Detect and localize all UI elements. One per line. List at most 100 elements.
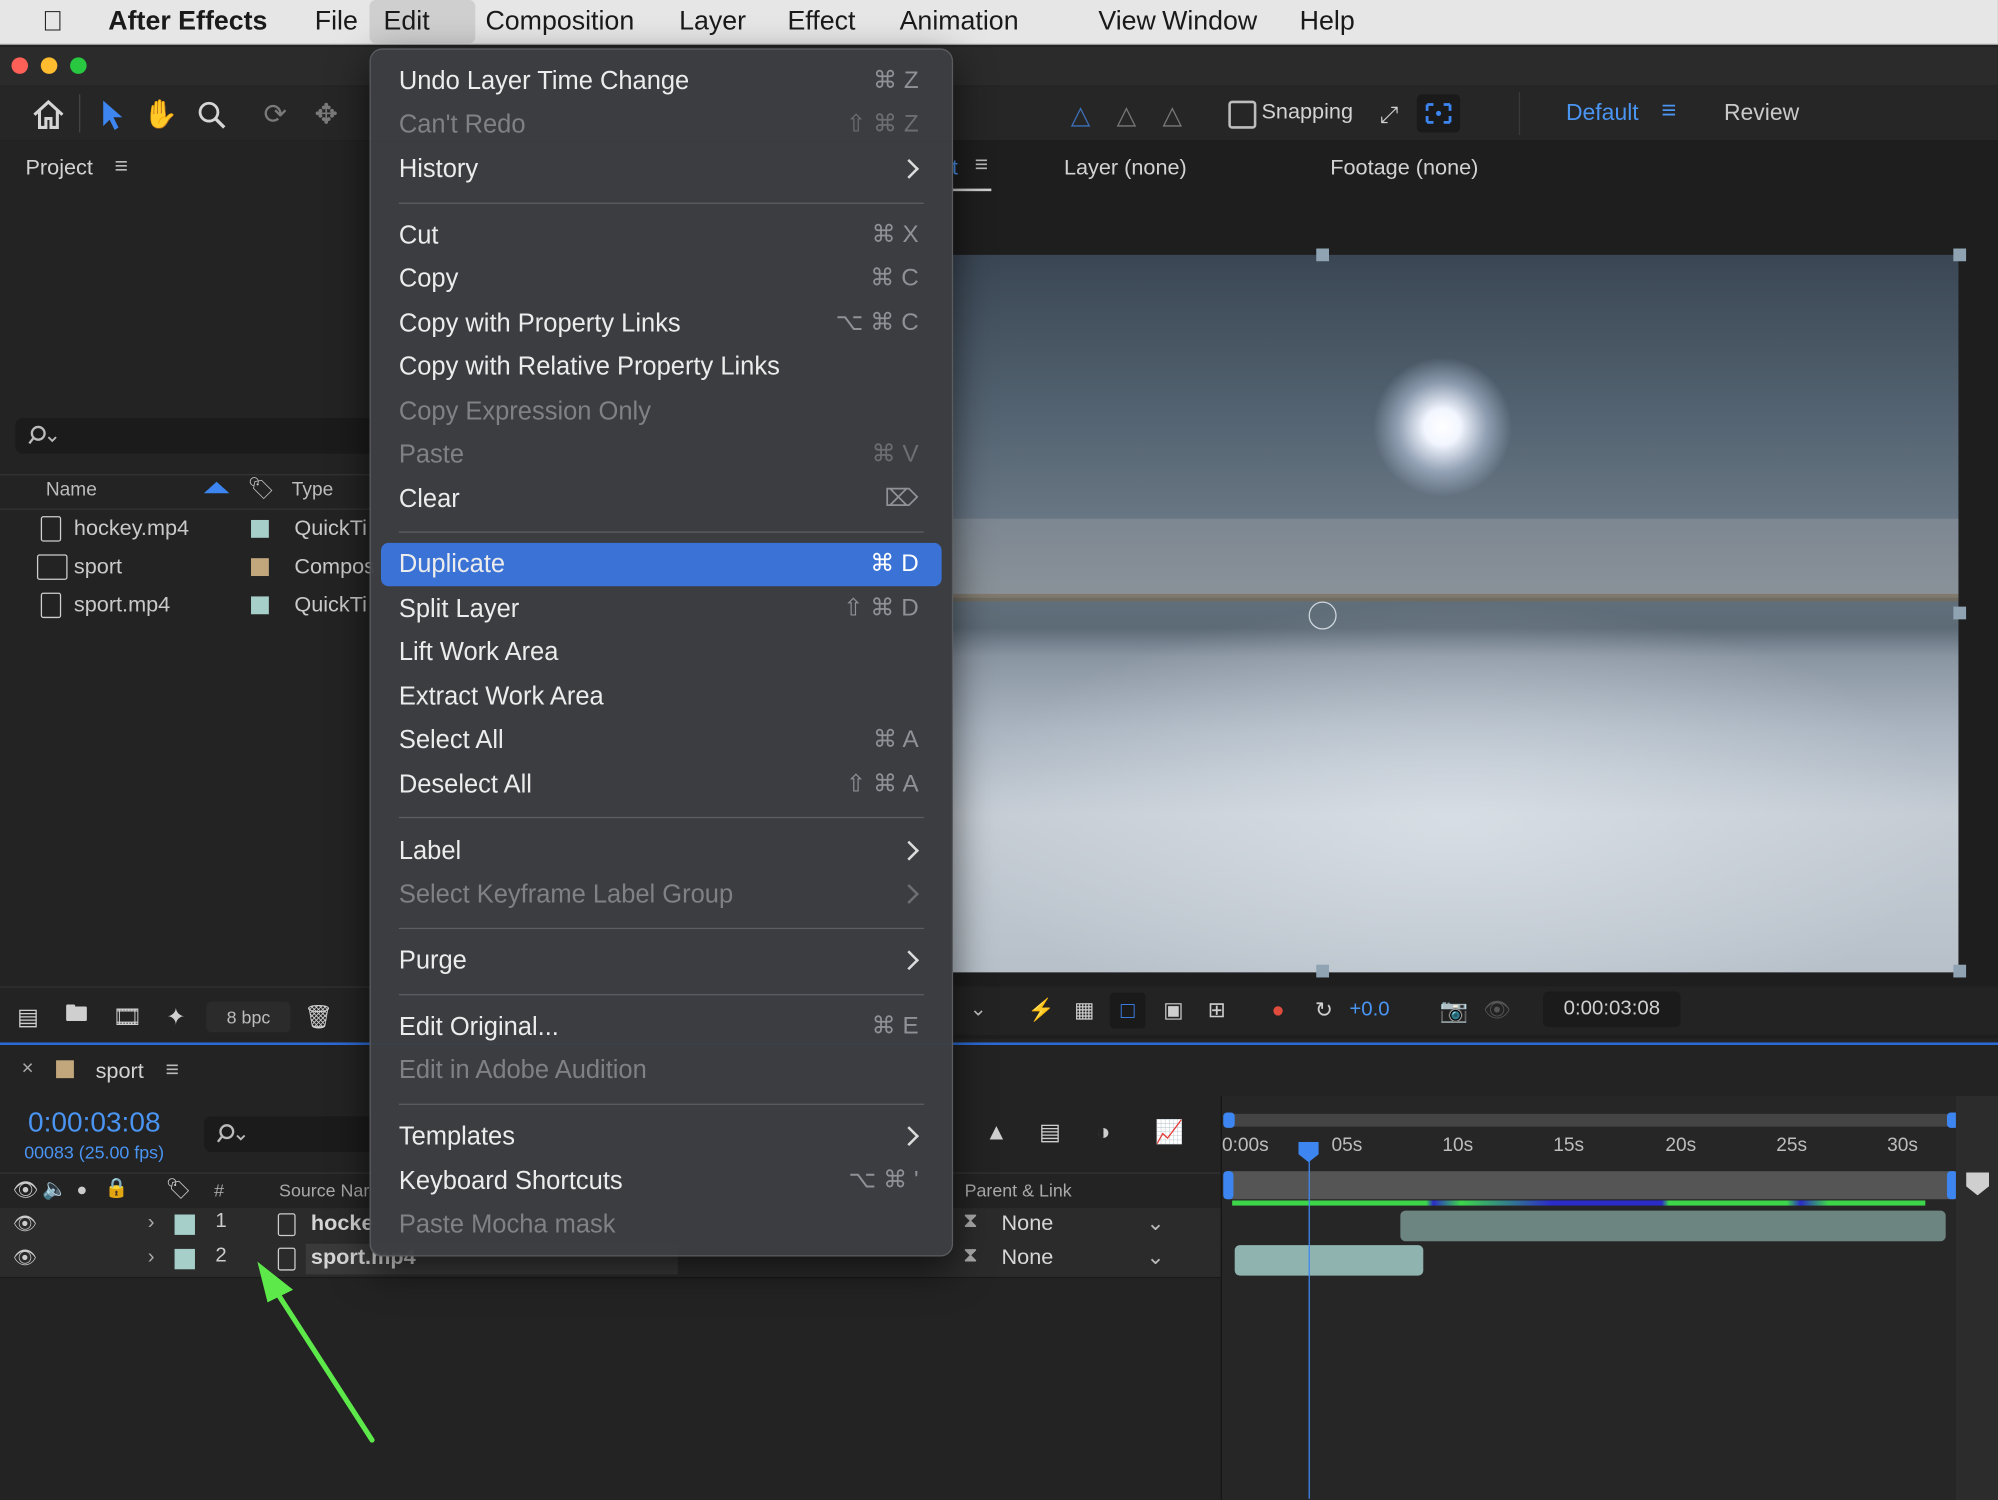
menu-item-label-submenu[interactable]: Label xyxy=(381,830,942,873)
bit-depth-button[interactable]: 8 bpc xyxy=(206,1001,291,1033)
timeline-track-area[interactable]: 0:00s 05s 10s 15s 20s 25s 30s xyxy=(1220,1095,1998,1500)
layer-visibility-icon[interactable]: 👁 xyxy=(13,1212,37,1235)
menu-item-history[interactable]: History xyxy=(381,148,942,191)
menu-item-lift-work-area[interactable]: Lift Work Area xyxy=(381,631,942,674)
time-ruler[interactable]: 0:00s 05s 10s 15s 20s 25s 30s xyxy=(1222,1134,1961,1167)
timeline-current-time[interactable]: 0:00:03:08 xyxy=(28,1106,160,1139)
exposure-reset-icon[interactable]: ↻ xyxy=(1306,993,1342,1029)
apple-icon[interactable]:  xyxy=(28,0,77,43)
menu-animation[interactable]: Animation xyxy=(886,0,1033,43)
column-name[interactable]: Name xyxy=(46,479,97,501)
close-window-button[interactable] xyxy=(11,57,29,74)
menu-file[interactable]: File xyxy=(301,0,372,43)
mask-path-visibility-icon[interactable]: □ xyxy=(1109,992,1146,1029)
layer-tab[interactable]: Layer (none) xyxy=(1064,155,1187,180)
orbit-camera-icon[interactable]: ⟳ xyxy=(257,97,293,133)
menu-edit[interactable]: Edit xyxy=(369,0,476,44)
source-name-header[interactable]: Source Nar xyxy=(279,1180,369,1200)
parent-dropdown[interactable]: None ⌄ xyxy=(1002,1211,1178,1239)
new-composition-icon[interactable]: 🎞 xyxy=(110,999,146,1035)
pick-whip-icon[interactable]: ⧗ xyxy=(963,1211,977,1234)
expand-layer-chevron[interactable]: › xyxy=(148,1246,155,1269)
menu-item-edit-original[interactable]: Edit Original... ⌘ E xyxy=(381,1006,942,1049)
audio-icon[interactable]: 🔈 xyxy=(42,1176,67,1201)
motion-blur-icon[interactable]: ◑ xyxy=(1086,1114,1122,1150)
frame-blending-icon[interactable]: ▤ xyxy=(1032,1114,1068,1150)
menu-item-purge[interactable]: Purge xyxy=(381,939,942,982)
project-item[interactable]: sport Compos xyxy=(0,551,375,584)
panel-menu-icon[interactable]: ≡ xyxy=(166,1056,179,1083)
flowchart-icon[interactable]: ✦ xyxy=(158,999,194,1035)
interpret-footage-icon[interactable]: ▤ xyxy=(10,999,46,1035)
menu-item-copy[interactable]: Copy ⌘ C xyxy=(381,257,942,300)
menu-item-copy-relative-links[interactable]: Copy with Relative Property Links xyxy=(381,345,942,388)
world-axis-icon[interactable]: △ xyxy=(1109,97,1145,133)
solo-icon[interactable]: ● xyxy=(76,1179,87,1199)
workspace-review[interactable]: Review xyxy=(1724,99,1799,126)
menu-window[interactable]: Window xyxy=(1148,0,1271,43)
anchor-point-icon[interactable] xyxy=(1308,601,1337,630)
exposure-value[interactable]: +0.0 xyxy=(1349,999,1389,1022)
menu-composition[interactable]: Composition xyxy=(471,0,648,43)
workspace-menu-icon[interactable]: ≡ xyxy=(1662,97,1677,126)
local-axis-icon[interactable]: △ xyxy=(1063,97,1099,133)
channel-rgb-icon[interactable]: ● xyxy=(1260,993,1296,1029)
transparency-grid-icon[interactable]: ▦ xyxy=(1067,993,1103,1029)
minimize-window-button[interactable] xyxy=(40,57,58,74)
menu-item-copy-property-links[interactable]: Copy with Property Links ⌥ ⌘ C xyxy=(381,302,942,345)
project-panel-title[interactable]: Project xyxy=(25,155,92,180)
menu-layer[interactable]: Layer xyxy=(665,0,760,43)
label-column-icon[interactable]: 🏷 xyxy=(247,477,275,502)
zoom-window-button[interactable] xyxy=(70,57,87,74)
pick-whip-icon[interactable]: ⧗ xyxy=(963,1245,977,1268)
menu-effect[interactable]: Effect xyxy=(773,0,869,43)
hand-tool-icon[interactable]: ✋ xyxy=(143,97,179,133)
snap-edges-icon[interactable]: ⤢ xyxy=(1371,97,1407,133)
project-search-input[interactable] xyxy=(15,418,370,454)
footage-tab[interactable]: Footage (none) xyxy=(1330,155,1478,180)
menu-item-deselect-all[interactable]: Deselect All ⇧ ⌘ A xyxy=(381,763,942,806)
menu-item-keyboard-shortcuts[interactable]: Keyboard Shortcuts ⌥ ⌘ ' xyxy=(381,1160,942,1203)
current-time-indicator[interactable] xyxy=(1308,1141,1310,1499)
menu-item-templates[interactable]: Templates xyxy=(381,1115,942,1158)
menu-item-duplicate[interactable]: Duplicate ⌘ D xyxy=(380,542,942,587)
layer-name[interactable]: hocke xyxy=(311,1211,374,1236)
lock-icon[interactable]: 🔒 xyxy=(104,1176,128,1200)
video-visibility-icon[interactable]: 👁 xyxy=(13,1178,39,1203)
menu-item-extract-work-area[interactable]: Extract Work Area xyxy=(381,675,942,718)
timeline-search-input[interactable] xyxy=(203,1116,370,1153)
layer-duration-bar[interactable] xyxy=(1234,1245,1424,1276)
home-icon[interactable] xyxy=(31,97,67,133)
current-time-display[interactable]: 0:00:03:08 xyxy=(1543,991,1681,1028)
camera-snapshot-icon[interactable]: 📷 xyxy=(1436,993,1472,1029)
menu-item-cut[interactable]: Cut ⌘ X xyxy=(381,214,942,257)
time-navigator-start-handle[interactable] xyxy=(1223,1112,1235,1128)
chevron-down-icon[interactable]: ⌄ xyxy=(970,997,987,1022)
selection-tool-icon[interactable] xyxy=(94,97,130,133)
parent-dropdown[interactable]: None ⌄ xyxy=(1002,1245,1178,1273)
project-item[interactable]: hockey.mp4 QuickTi xyxy=(0,512,370,545)
layer-duration-bar[interactable] xyxy=(1400,1210,1946,1242)
panel-menu-icon[interactable]: ≡ xyxy=(115,153,128,180)
layer-visibility-icon[interactable]: 👁 xyxy=(13,1246,37,1270)
app-menu[interactable]: After Effects xyxy=(94,0,281,43)
workspace-default[interactable]: Default xyxy=(1566,99,1639,126)
snapping-checkbox[interactable] xyxy=(1228,100,1257,129)
grid-guides-icon[interactable]: ⊞ xyxy=(1199,993,1235,1029)
draft-3d-icon[interactable]: ▲ xyxy=(979,1114,1015,1150)
menu-item-split-layer[interactable]: Split Layer ⇧ ⌘ D xyxy=(381,587,942,630)
snap-features-button[interactable] xyxy=(1416,94,1461,133)
composition-frame-image[interactable] xyxy=(951,254,1959,973)
view-axis-icon[interactable]: △ xyxy=(1154,97,1190,133)
label-color-swatch[interactable] xyxy=(251,519,269,538)
layer-label-swatch[interactable] xyxy=(174,1248,195,1270)
panel-menu-icon[interactable]: ≡ xyxy=(975,152,988,179)
layer-label-swatch[interactable] xyxy=(174,1214,195,1235)
work-area-bar[interactable] xyxy=(1227,1171,1956,1200)
close-tab-icon[interactable]: × xyxy=(22,1058,34,1081)
menu-item-select-all[interactable]: Select All ⌘ A xyxy=(381,719,942,762)
project-item[interactable]: sport.mp4 QuickTi xyxy=(0,589,370,622)
menu-item-undo[interactable]: Undo Layer Time Change ⌘ Z xyxy=(381,60,942,103)
menu-item-clear[interactable]: Clear ⌦ xyxy=(381,478,942,521)
new-folder-icon[interactable]: 🖿 xyxy=(59,999,95,1035)
